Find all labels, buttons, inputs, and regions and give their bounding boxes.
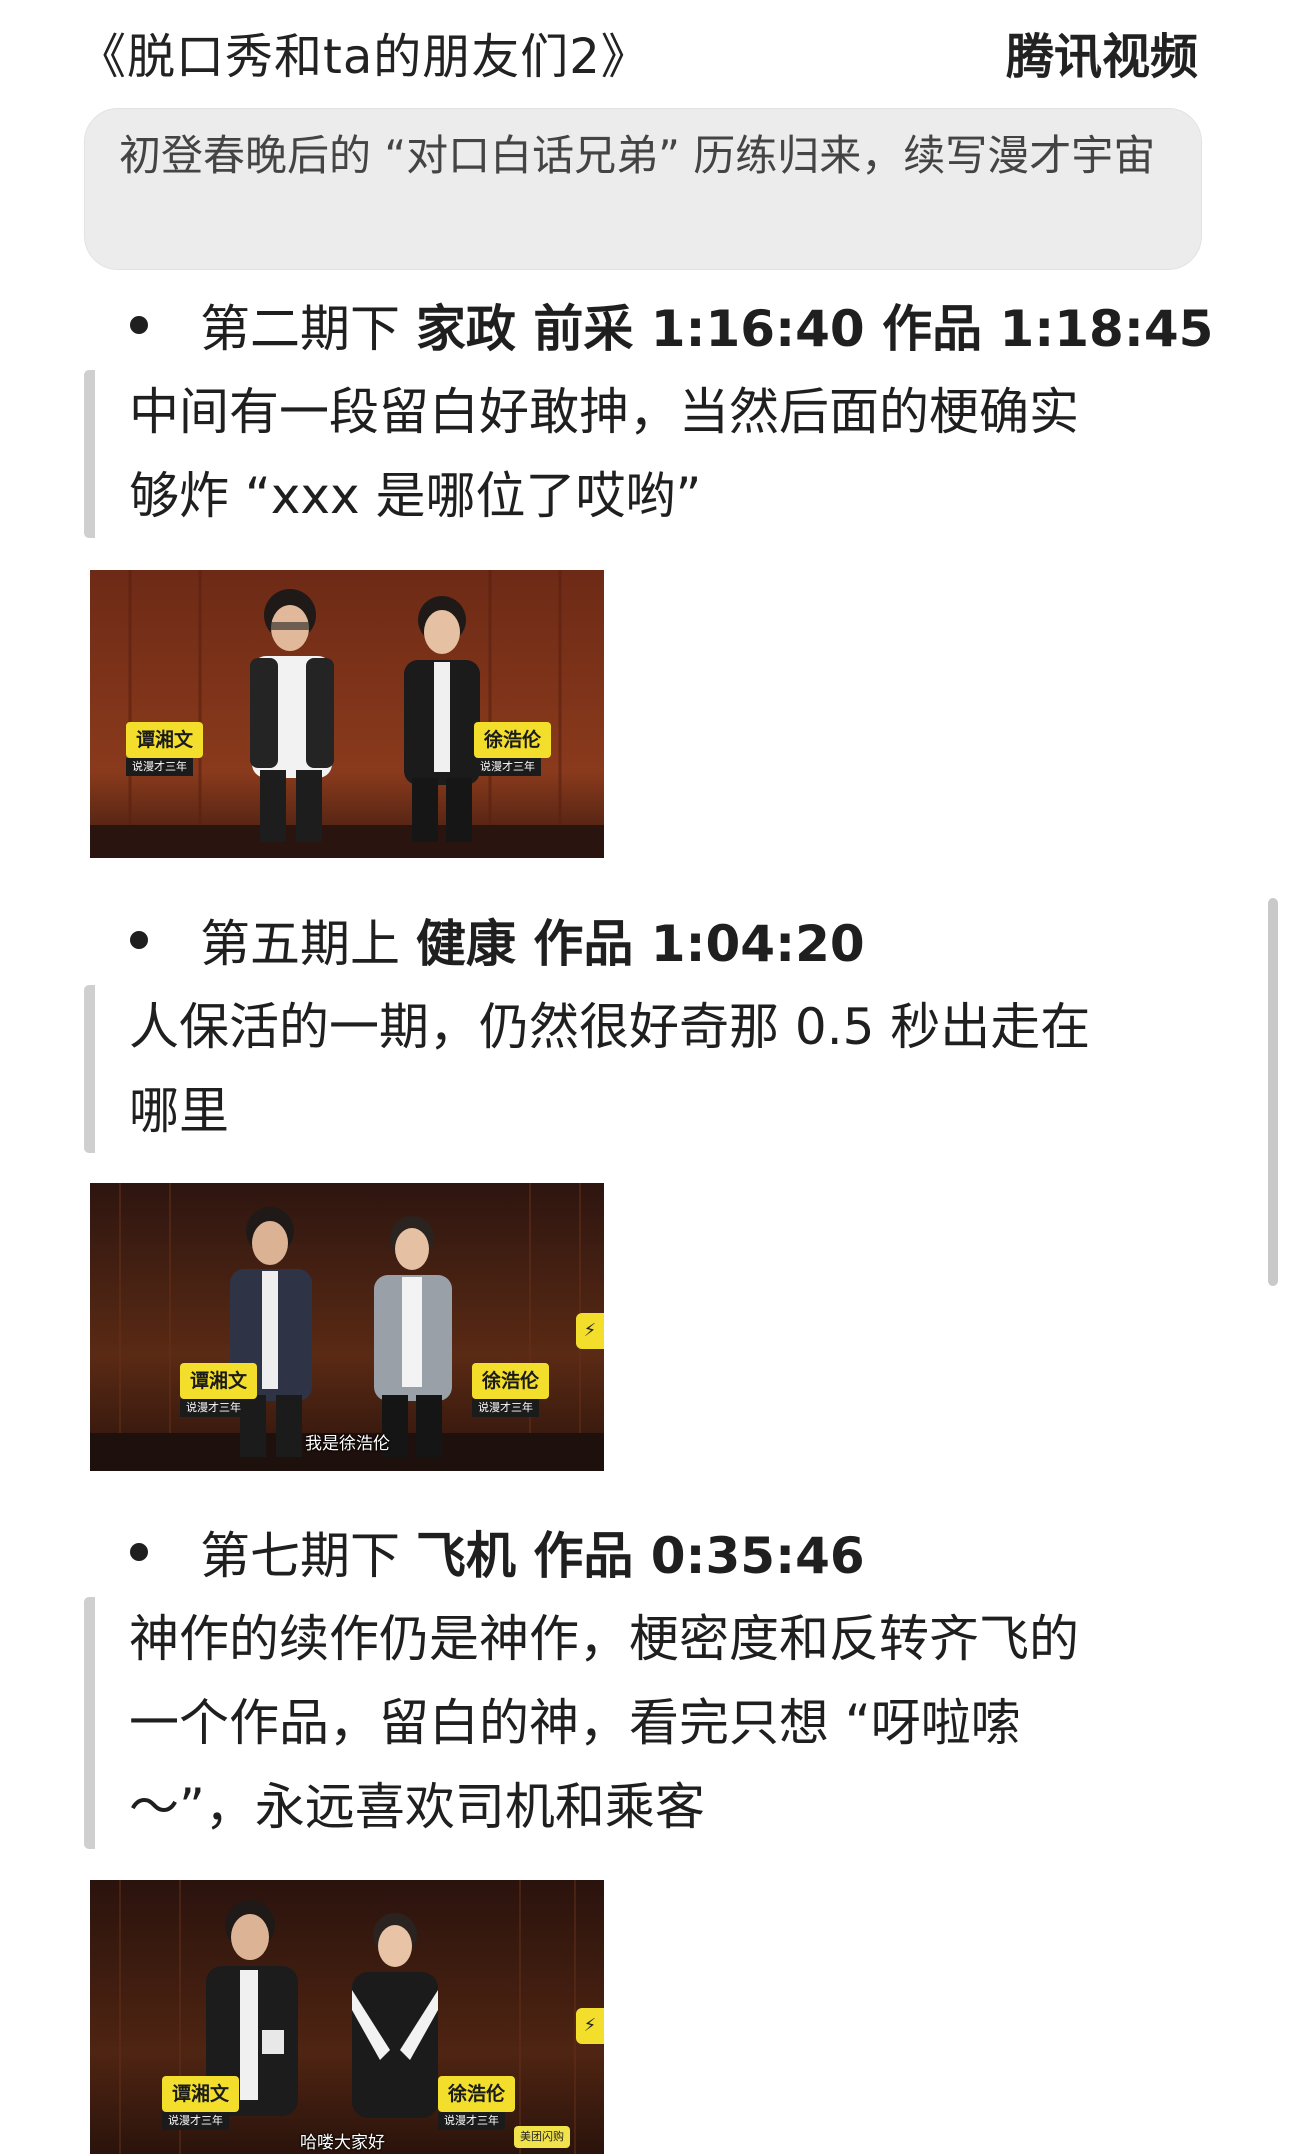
scrollbar[interactable] [1268,898,1278,1286]
sponsor-badge: 美团闪购 [514,2126,570,2148]
show-title: 《脱口秀和ta的朋友们2》 [78,29,650,85]
stage-scene [90,1183,604,1471]
comment-line: ～”，永远喜欢司机和乘客 [129,1778,705,1836]
comment-quote: 人保活的一期，仍然很好奇那 0.5 秒出走在 哪里 [84,985,1204,1153]
header: 《脱口秀和ta的朋友们2》 腾讯视频 [78,14,1198,90]
name-plate-subtitle: 说漫才三年 [438,2112,505,2130]
subtitle-caption: 哈喽大家好 [300,2133,385,2153]
episode-label: 第五期上 [200,915,400,973]
comment-line: 够炸 “xxx 是哪位了哎哟” [129,467,702,525]
bullet-icon [130,931,148,949]
name-plate-subtitle: 说漫才三年 [474,758,541,776]
name-plate: 谭湘文 [162,2076,240,2112]
episode-screenshot[interactable]: 谭湘文 说漫才三年 徐浩伦 说漫才三年 哈喽大家好 美团闪购 ⚡ [90,1880,604,2154]
name-plate: 谭湘文 [126,722,204,758]
lightning-icon: ⚡ [576,2008,604,2044]
platform-name: 腾讯视频 [1005,29,1198,85]
bullet-icon [130,1543,148,1561]
episode-screenshot[interactable]: 谭湘文 说漫才三年 徐浩伦 说漫才三年 [90,570,604,858]
comment-line: 一个作品，留白的神，看完只想 “呀啦嗦 [129,1694,1021,1752]
entry-heading: 第五期上 健康 作品 1:04:20 [130,905,865,975]
comment-line: 神作的续作仍是神作，梗密度和反转齐飞的 [129,1610,1079,1668]
theme-label: 飞机 作品 0:35:46 [415,1527,865,1585]
name-plate-subtitle: 说漫才三年 [472,1399,539,1417]
summary-box: 初登春晚后的 “对口白话兄弟” 历练归来，续写漫才宇宙 [84,108,1202,270]
name-plate: 徐浩伦 [472,1363,550,1399]
entry-heading: 第二期下 家政 前采 1:16:40 作品 1:18:45 [130,290,1213,360]
theme-label: 健康 作品 1:04:20 [415,915,865,973]
lightning-icon: ⚡ [576,1313,604,1349]
episode-label: 第二期下 [200,300,400,358]
bullet-icon [130,316,148,334]
name-plate: 徐浩伦 [474,722,552,758]
note-page: 《脱口秀和ta的朋友们2》 腾讯视频 初登春晚后的 “对口白话兄弟” 历练归来，… [0,0,1289,2154]
name-plate: 徐浩伦 [438,2076,516,2112]
episode-label: 第七期下 [200,1527,400,1585]
name-plate-subtitle: 说漫才三年 [126,758,193,776]
comment-line: 人保活的一期，仍然很好奇那 0.5 秒出走在 [129,998,1091,1056]
comment-line: 中间有一段留白好敢抻，当然后面的梗确实 [129,383,1079,441]
stage-scene [90,570,604,858]
subtitle-caption: 我是徐浩伦 [305,1434,390,1454]
entry-heading: 第七期下 飞机 作品 0:35:46 [130,1517,865,1587]
name-plate: 谭湘文 [180,1363,258,1399]
episode-screenshot[interactable]: 谭湘文 说漫才三年 徐浩伦 说漫才三年 我是徐浩伦 ⚡ [90,1183,604,1471]
name-plate-subtitle: 说漫才三年 [162,2112,229,2130]
theme-label: 家政 前采 1:16:40 作品 1:18:45 [415,300,1214,358]
name-plate-subtitle: 说漫才三年 [180,1399,247,1417]
comment-line: 哪里 [129,1082,229,1140]
comment-quote: 中间有一段留白好敢抻，当然后面的梗确实 够炸 “xxx 是哪位了哎哟” [84,370,1204,538]
comment-quote: 神作的续作仍是神作，梗密度和反转齐飞的 一个作品，留白的神，看完只想 “呀啦嗦 … [84,1597,1204,1849]
